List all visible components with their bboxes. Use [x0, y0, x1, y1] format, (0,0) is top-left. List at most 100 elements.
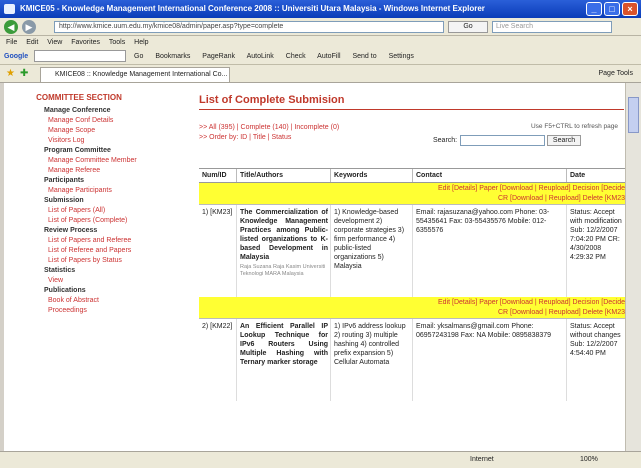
- sidebar-link-conf-details[interactable]: Manage Conf Details: [44, 116, 152, 126]
- paper-action-links[interactable]: Edit [Details] Paper [Download | Reuploa…: [199, 184, 625, 194]
- sidebar-menu: Manage Conference Manage Conf Details Ma…: [44, 106, 152, 316]
- sidebar-link-referee-papers[interactable]: List of Referee and Papers: [44, 246, 152, 256]
- sidebar-link-papers-all[interactable]: List of Papers (All): [44, 206, 152, 216]
- sidebar-head-review-process: Review Process: [44, 227, 98, 234]
- sidebar-head-program-committee: Program Committee: [44, 147, 111, 154]
- table-row: 2) [KM22] An Efficient Parallel IP Looku…: [199, 319, 625, 401]
- row-keywords: 1) IPv6 address lookup 2) routing 3) mul…: [331, 319, 413, 401]
- sidebar-link-scope[interactable]: Manage Scope: [44, 126, 152, 136]
- sidebar-link-participants[interactable]: Manage Participants: [44, 186, 152, 196]
- col-contact: Contact: [413, 169, 567, 182]
- tab-tools[interactable]: Page Tools: [598, 68, 633, 80]
- menu-view[interactable]: View: [47, 39, 62, 46]
- scrollbar-thumb[interactable]: [628, 97, 639, 133]
- sidebar-head-submission: Submission: [44, 197, 84, 204]
- internet-zone: Internet: [470, 456, 494, 463]
- back-arrow-icon[interactable]: ◀: [4, 20, 18, 34]
- col-num-id: Num/ID: [199, 169, 237, 182]
- submission-table: Num/ID Title/Authors Keywords Contact Da…: [199, 168, 625, 401]
- paper-action-links[interactable]: Edit [Details] Paper [Download | Reuploa…: [199, 298, 625, 308]
- url-input[interactable]: http://www.kmice.uum.edu.my/kmice08/admi…: [54, 21, 444, 33]
- star-icon[interactable]: ★: [6, 68, 15, 79]
- search-label: Search:: [433, 137, 458, 144]
- google-go-button[interactable]: Go: [134, 53, 143, 60]
- tab-kmice[interactable]: KMICE08 :: Knowledge Management Internat…: [40, 67, 230, 82]
- sidebar-link-papers-referee[interactable]: List of Papers and Referee: [44, 236, 152, 246]
- filter-links: >> All (395) | Complete (140) | Incomple…: [199, 123, 339, 143]
- col-title-authors: Title/Authors: [237, 169, 331, 182]
- page-title: List of Complete Submision: [199, 94, 345, 106]
- sidebar-head-publications: Publications: [44, 287, 86, 294]
- google-sendto[interactable]: Send to: [352, 53, 376, 60]
- paper-title: An Efficient Parallel IP Lookup Techniqu…: [240, 323, 328, 366]
- google-check[interactable]: Check: [286, 53, 306, 60]
- row-actions: Edit [Details] Paper [Download | Reuploa…: [199, 183, 625, 205]
- live-search-input[interactable]: Live Search: [492, 21, 612, 33]
- order-by-links[interactable]: >> Order by: ID | Title | Status: [199, 133, 339, 143]
- paper-title: The Commercialization of Knowledge Manag…: [240, 209, 328, 261]
- sidebar-link-papers-status[interactable]: List of Papers by Status: [44, 256, 152, 266]
- row-date-status: Status: Accept without changes Sub: 12/2…: [567, 319, 625, 401]
- address-bar: ◀ ▶ http://www.kmice.uum.edu.my/kmice08/…: [0, 18, 641, 36]
- row-keywords: 1) Knowledge-based development 2) corpor…: [331, 205, 413, 297]
- col-keywords: Keywords: [331, 169, 413, 182]
- sidebar-link-visitors-log[interactable]: Visitors Log: [44, 136, 152, 146]
- row-contact: Email: yksalmans@gmail.com Phone: 069572…: [413, 319, 567, 401]
- go-button[interactable]: Go: [448, 21, 488, 33]
- status-filter-links[interactable]: >> All (395) | Complete (140) | Incomple…: [199, 123, 339, 133]
- google-toolbar: Google Go Bookmarks PageRank AutoLink Ch…: [0, 49, 641, 65]
- cr-action-links[interactable]: CR [Download | Reupload] Delete [KM23]: [199, 308, 625, 318]
- row-actions: Edit [Details] Paper [Download | Reuploa…: [199, 297, 625, 319]
- minimize-button[interactable]: _: [586, 2, 602, 16]
- sidebar-link-committee-member[interactable]: Manage Committee Member: [44, 156, 152, 166]
- menu-favorites[interactable]: Favorites: [71, 39, 100, 46]
- table-row: 1) [KM23] The Commercialization of Knowl…: [199, 205, 625, 297]
- row-contact: Email: rajasuzana@yahoo.com Phone: 03-55…: [413, 205, 567, 297]
- ie-icon: [4, 4, 15, 14]
- google-autofill[interactable]: AutoFill: [317, 53, 340, 60]
- row-title-authors: An Efficient Parallel IP Lookup Techniqu…: [237, 319, 331, 401]
- zoom-level[interactable]: 100%: [580, 452, 598, 468]
- row-date-status: Status: Accept with modification Sub: 12…: [567, 205, 625, 297]
- menu-bar: File Edit View Favorites Tools Help: [0, 36, 641, 49]
- sidebar-head-manage-conference: Manage Conference: [44, 107, 111, 114]
- sidebar-title: COMMITTEE SECTION: [36, 93, 122, 102]
- google-bookmarks[interactable]: Bookmarks: [155, 53, 190, 60]
- window-controls: _ □ ×: [586, 2, 638, 16]
- close-button[interactable]: ×: [622, 2, 638, 16]
- search-button[interactable]: Search: [547, 135, 581, 146]
- forward-arrow-icon[interactable]: ▶: [22, 20, 36, 34]
- window-titlebar: KMICE05 - Knowledge Management Internati…: [0, 0, 641, 18]
- sidebar: COMMITTEE SECTION Manage Conference Mana…: [4, 83, 154, 451]
- menu-edit[interactable]: Edit: [26, 39, 38, 46]
- sidebar-link-view[interactable]: View: [44, 276, 152, 286]
- google-autolink[interactable]: AutoLink: [247, 53, 274, 60]
- sidebar-link-book-of-abstract[interactable]: Book of Abstract: [44, 296, 152, 306]
- google-search-input[interactable]: [34, 50, 127, 63]
- sidebar-link-papers-complete[interactable]: List of Papers (Complete): [44, 216, 152, 226]
- title-divider: [199, 109, 624, 110]
- search-input[interactable]: [460, 135, 545, 146]
- google-settings[interactable]: Settings: [389, 53, 414, 60]
- sidebar-link-referee[interactable]: Manage Referee: [44, 166, 152, 176]
- cr-action-links[interactable]: CR [Download | Reupload] Delete [KM23]: [199, 194, 625, 204]
- page-content: COMMITTEE SECTION Manage Conference Mana…: [4, 83, 625, 451]
- row-num: 2) [KM22]: [199, 319, 237, 401]
- paper-authors: Raja Suzana Raja Kasim Universiti Teknol…: [240, 264, 326, 277]
- main-panel: List of Complete Submision >> All (395) …: [190, 83, 625, 451]
- google-pagerank[interactable]: PageRank: [202, 53, 235, 60]
- add-favorite-icon[interactable]: ✚: [20, 68, 28, 79]
- window-title: KMICE05 - Knowledge Management Internati…: [20, 4, 485, 13]
- vertical-scrollbar[interactable]: [625, 83, 641, 451]
- row-title-authors: The Commercialization of Knowledge Manag…: [237, 205, 331, 297]
- tab-bar: ★ ✚ KMICE08 :: Knowledge Management Inte…: [0, 65, 641, 83]
- status-bar: Internet 100%: [0, 451, 641, 468]
- sidebar-link-proceedings[interactable]: Proceedings: [44, 306, 152, 316]
- table-header: Num/ID Title/Authors Keywords Contact Da…: [199, 169, 625, 183]
- menu-file[interactable]: File: [6, 39, 17, 46]
- menu-tools[interactable]: Tools: [109, 39, 125, 46]
- google-logo: Google: [4, 53, 29, 60]
- maximize-button[interactable]: □: [604, 2, 620, 16]
- refresh-note: Use F5+CTRL to refresh page: [530, 123, 618, 130]
- menu-help[interactable]: Help: [134, 39, 148, 46]
